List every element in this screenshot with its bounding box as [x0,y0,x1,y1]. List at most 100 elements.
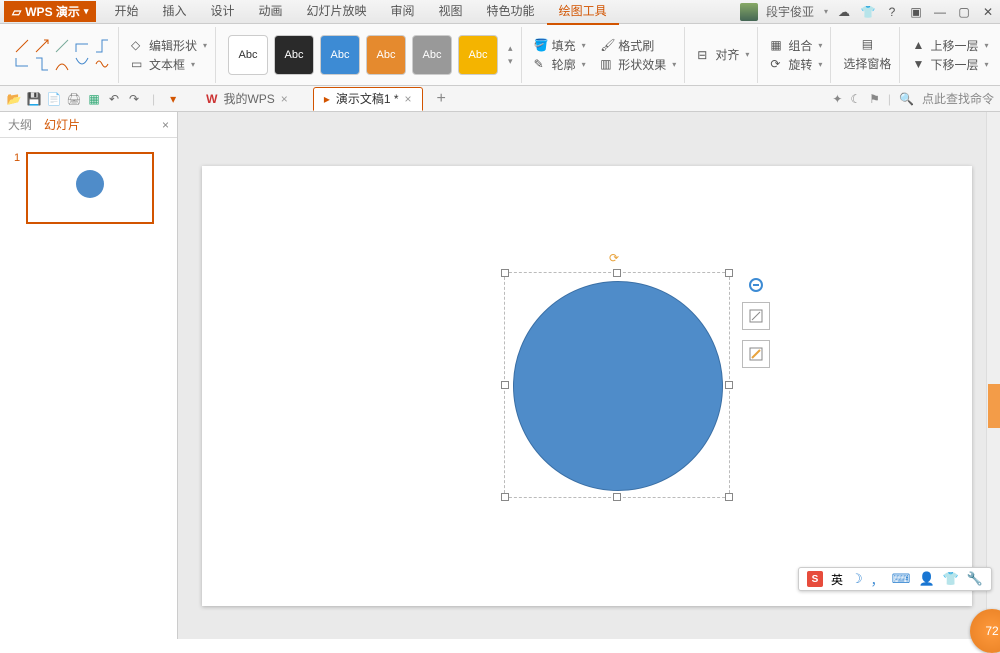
handle-tl[interactable] [501,269,509,277]
close-tab-icon[interactable]: × [405,92,412,106]
wrench-icon[interactable]: 🔧 [967,571,983,587]
line-icon[interactable] [14,38,30,54]
handle-mr[interactable] [725,381,733,389]
wand-icon[interactable]: ✦ [832,92,842,106]
person-icon[interactable]: 👤 [918,571,934,587]
select-pane-button[interactable]: ▤ 选择窗格 [843,37,891,72]
send-backward-button[interactable]: ▼下移一层▾ [912,56,988,73]
curve-icon[interactable] [54,56,70,72]
selection-box[interactable]: ⟳ [504,272,730,498]
style-gallery-up[interactable]: ▴ [508,43,513,54]
save-icon[interactable]: 💾 [26,91,42,107]
tab-drawing-tools[interactable]: 绘图工具 [547,0,619,25]
elbow2-icon[interactable] [94,38,110,54]
handle-tm[interactable] [613,269,621,277]
minimize-button[interactable]: — [932,4,948,20]
shape-styles-group: Abc Abc Abc Abc Abc Abc ▴ ▾ [220,27,522,83]
tab-start[interactable]: 开始 [102,0,150,25]
zoom-badge[interactable]: 72 [970,609,1000,653]
connector1-icon[interactable] [14,56,30,72]
handle-bl[interactable] [501,493,509,501]
slides-tab[interactable]: 幻灯片 [44,116,80,133]
undo-icon[interactable]: ↶ [106,91,122,107]
print-icon[interactable]: 🖨 [66,91,82,107]
tab-slideshow[interactable]: 幻灯片放映 [295,0,379,25]
text-box-button[interactable]: ▭ 文本框▾ [131,56,207,73]
avatar[interactable] [740,3,758,21]
collapse-icon[interactable] [749,278,763,292]
fill-button[interactable]: 🪣填充▾ 🖌格式刷 [534,37,677,54]
shape-tool-2[interactable] [742,340,770,368]
connector2-icon[interactable] [34,56,50,72]
circle-shape[interactable] [513,281,723,491]
outline-button[interactable]: ✎轮廓▾ ▥形状效果▾ [534,56,677,73]
handle-tr[interactable] [725,269,733,277]
maximize-button[interactable]: ▢ [956,4,972,20]
doc-tab-mywps[interactable]: W 我的WPS × [195,87,299,111]
search-hint[interactable]: 点此查找命令 [922,90,994,107]
doc-tab-presentation[interactable]: ▸ 演示文稿1 * × [313,87,423,111]
close-panel-icon[interactable]: × [162,118,169,132]
moon-icon[interactable]: ☽ [851,571,863,587]
freeform-icon[interactable] [94,56,110,72]
app-menu-dropdown-icon: ▾ [84,6,89,17]
shape-tool-1[interactable] [742,302,770,330]
rotate-handle[interactable]: ⟳ [609,251,625,267]
close-button[interactable]: ✕ [980,4,996,20]
ime-lang[interactable]: 英 [831,571,843,588]
comma-icon[interactable]: ， [871,570,884,589]
double-arrow-icon[interactable] [54,38,70,54]
redo-icon[interactable]: ↷ [126,91,142,107]
elbow-icon[interactable] [74,38,90,54]
style-gallery-down[interactable]: ▾ [508,56,513,67]
style-preset-2[interactable]: Abc [274,35,314,75]
bring-forward-button[interactable]: ▲上移一层▾ [912,37,988,54]
preview-icon[interactable]: ▦ [86,91,102,107]
flag-icon[interactable]: ⚑ [869,92,880,106]
curve2-icon[interactable] [74,56,90,72]
slide-canvas[interactable]: ⟳ [202,166,972,606]
tab-review[interactable]: 审阅 [379,0,427,25]
outline-tab[interactable]: 大纲 [8,116,32,133]
tab-design[interactable]: 设计 [198,0,246,25]
shirt-icon[interactable]: 👕 [860,4,876,20]
style-preset-5[interactable]: Abc [412,35,452,75]
side-handle[interactable] [988,384,1000,428]
new-tab-button[interactable]: + [437,90,446,108]
sogou-logo-icon[interactable]: S [807,571,823,587]
box-icon[interactable]: ▣ [908,4,924,20]
moon-icon[interactable]: ☾ [850,92,861,106]
handle-bm[interactable] [613,493,621,501]
rotate-button[interactable]: ⟳旋转▾ [770,56,822,73]
canvas-area[interactable]: ⟳ [178,112,1000,639]
style-preset-1[interactable]: Abc [228,35,268,75]
pdf-icon[interactable]: 📄 [46,91,62,107]
user-name[interactable]: 段宇俊亚 [766,3,814,20]
keyboard-icon[interactable]: ⌨ [892,571,911,587]
arrow-down-icon[interactable]: ▾ [165,91,181,107]
style-preset-4[interactable]: Abc [366,35,406,75]
help-icon[interactable]: ? [884,4,900,20]
ime-bar[interactable]: S 英 ☽ ， ⌨ 👤 👕 🔧 [798,567,992,591]
align-button[interactable]: ⊟对齐▾ [697,46,749,63]
handle-ml[interactable] [501,381,509,389]
shirt-icon[interactable]: 👕 [943,571,959,587]
vertical-scrollbar[interactable] [986,112,1000,639]
close-tab-icon[interactable]: × [281,92,288,106]
search-icon[interactable]: 🔍 [899,92,914,106]
edit-shape-button[interactable]: ◇ 编辑形状▾ [131,37,207,54]
handle-br[interactable] [725,493,733,501]
style-preset-6[interactable]: Abc [458,35,498,75]
open-icon[interactable]: 📂 [6,91,22,107]
tab-features[interactable]: 特色功能 [475,0,547,25]
style-preset-3[interactable]: Abc [320,35,360,75]
arrow-icon[interactable] [34,38,50,54]
tab-view[interactable]: 视图 [427,0,475,25]
cloud-icon[interactable]: ☁ [836,4,852,20]
slide-thumbnail-1[interactable] [26,152,154,224]
align-label: 对齐 [715,46,739,63]
app-logo[interactable]: ▱ WPS 演示 ▾ [4,1,96,22]
group-button[interactable]: ▦组合▾ [770,37,822,54]
tab-insert[interactable]: 插入 [150,0,198,25]
tab-animation[interactable]: 动画 [246,0,294,25]
